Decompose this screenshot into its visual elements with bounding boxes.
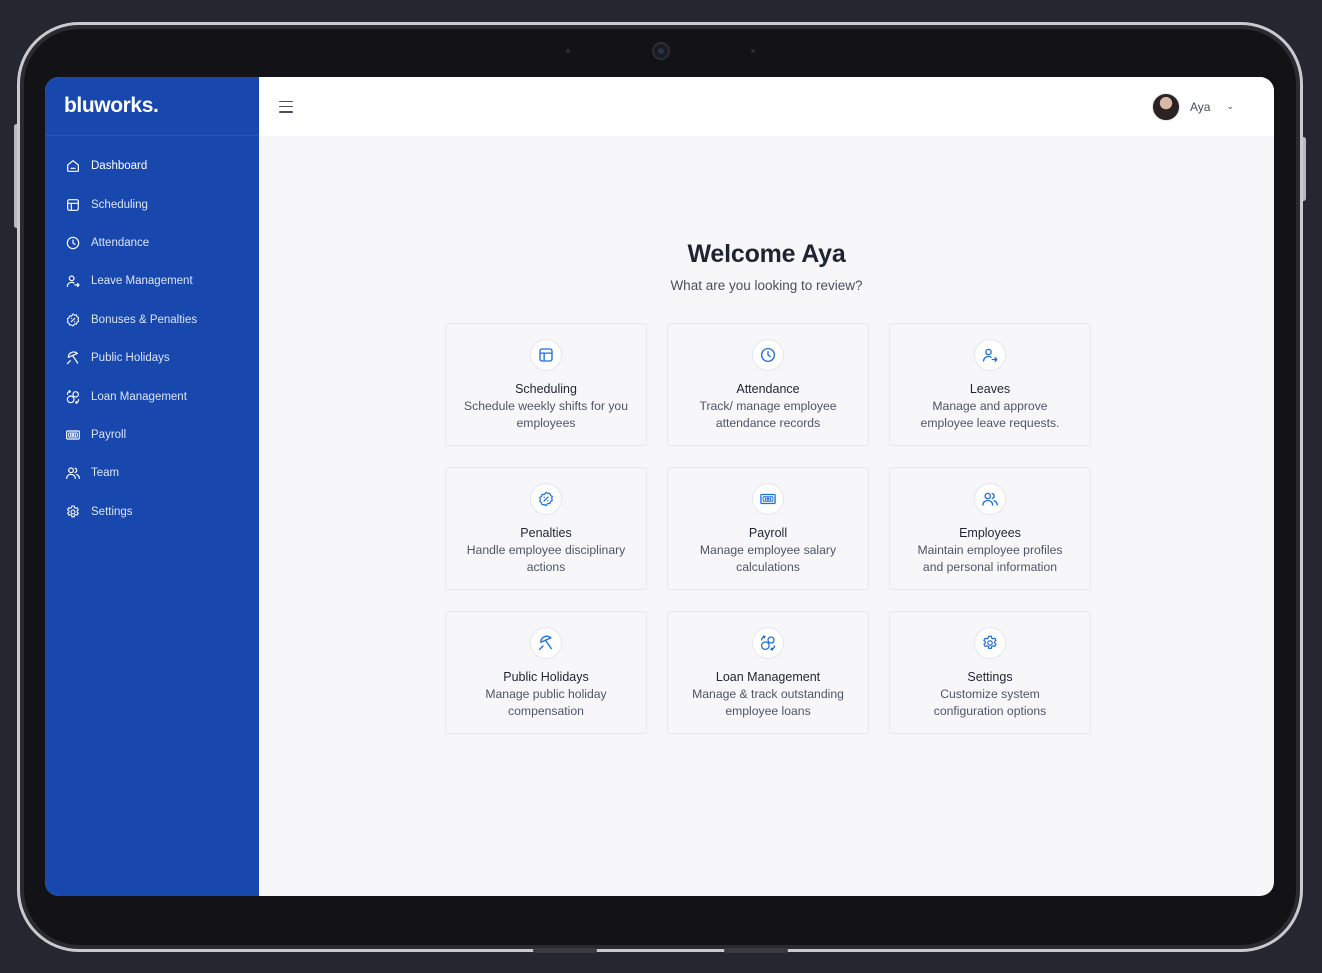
sidebar-item-label: Payroll [91,428,127,441]
card-payroll[interactable]: Payroll Manage employee salary calculatio… [667,467,869,590]
sidebar-item-dashboard[interactable]: Dashboard [45,147,259,185]
card-attendance[interactable]: Attendance Track/ manage employee attenda… [667,323,869,446]
camera-icon [652,42,670,60]
app-screen: bluworks. Dashboard Scheduling Attendance L… [45,77,1274,896]
top-bar: Aya ⌄ [259,77,1274,136]
percent-badge-icon [537,490,555,508]
bluworks-logo[interactable]: bluworks. [64,94,159,118]
sidebar-nav: Dashboard Scheduling Attendance Leave Manag… [45,136,259,531]
user-name: Aya [1189,99,1211,114]
umbrella-icon [65,350,81,366]
sidebar: bluworks. Dashboard Scheduling Attendance L… [45,77,259,896]
page-subtitle: What are you looking to review? [670,278,863,293]
user-arrow-icon [65,273,81,289]
device-sensor-right [751,49,755,53]
card-title: Attendance [736,382,800,396]
card-title: Leaves [969,382,1011,396]
hamburger-menu-icon[interactable] [279,100,293,113]
sidebar-item-label: Leave Management [91,275,193,288]
card-title: Penalties [520,526,572,540]
logo-area: bluworks. [45,77,259,136]
home-icon [65,158,81,174]
main-content: Aya ⌄ Welcome Aya What are you looking t… [259,77,1274,896]
sidebar-item-public-holidays[interactable]: Public Holidays [45,339,259,377]
sidebar-item-label: Bonuses & Penalties [91,313,198,326]
card-penalties[interactable]: Penalties Handle employee disciplinary ac… [445,467,647,590]
card-icon-badge [974,339,1006,371]
card-icon-badge [752,339,784,371]
card-loan-management[interactable]: Loan Management Manage & track outstandin… [667,611,869,734]
card-title: Scheduling [515,382,577,396]
sidebar-item-label: Settings [91,505,133,518]
card-description: Maintain employee profiles and personal … [917,543,1063,574]
gear-icon [65,504,81,520]
card-icon-badge [530,627,562,659]
calendar-grid-icon [537,346,555,364]
card-title: Public Holidays [503,670,589,684]
percent-badge-icon [65,312,81,328]
calendar-grid-icon [65,197,81,213]
users-icon [981,490,999,508]
card-icon-badge [974,483,1006,515]
card-title: Employees [959,526,1021,540]
sidebar-item-team[interactable]: Team [45,454,259,492]
sidebar-item-payroll[interactable]: Payroll [45,416,259,454]
card-settings[interactable]: Settings Customize system configuration o… [889,611,1091,734]
sidebar-item-label: Attendance [91,236,150,249]
coin-exchange-icon [65,389,81,405]
page-title: Welcome Aya [687,240,846,268]
card-employees[interactable]: Employees Maintain employee profiles and … [889,467,1091,590]
sidebar-item-scheduling[interactable]: Scheduling [45,185,259,223]
sidebar-item-settings[interactable]: Settings [45,493,259,531]
feature-card-grid: Scheduling Schedule weekly shifts for you… [445,323,1091,734]
card-leaves[interactable]: Leaves Manage and approve employee leave … [889,323,1091,446]
card-scheduling[interactable]: Scheduling Schedule weekly shifts for you… [445,323,647,446]
sidebar-item-attendance[interactable]: Attendance [45,224,259,262]
card-public-holidays[interactable]: Public Holidays Manage public holiday com… [445,611,647,734]
sidebar-item-leave-management[interactable]: Leave Management [45,262,259,300]
card-icon-badge [974,627,1006,659]
device-bottom-button-2 [724,948,788,953]
sidebar-item-loan-management[interactable]: Loan Management [45,377,259,415]
card-description: Manage & track outstanding employee loan… [692,687,844,718]
device-bottom-button-1 [533,948,597,953]
clock-icon [759,346,777,364]
card-icon-badge [752,483,784,515]
card-icon-badge [530,483,562,515]
sidebar-item-bonuses-penalties[interactable]: Bonuses & Penalties [45,301,259,339]
banknote-icon [65,427,81,443]
coin-exchange-icon [759,634,777,652]
sidebar-item-label: Public Holidays [91,352,170,365]
user-arrow-icon [981,346,999,364]
sidebar-item-label: Team [91,467,120,480]
clock-icon [65,235,81,251]
sidebar-item-label: Scheduling [91,198,148,211]
sidebar-item-label: Dashboard [91,160,148,173]
sidebar-item-label: Loan Management [91,390,187,403]
umbrella-icon [537,634,555,652]
device-sensor-left [566,49,570,53]
card-description: Customize system configuration options [933,687,1047,718]
gear-icon [981,634,999,652]
welcome-section: Welcome Aya What are you looking to revi… [259,240,1274,293]
avatar[interactable] [1151,92,1180,121]
chevron-down-icon[interactable]: ⌄ [1226,101,1234,112]
card-description: Track/ manage employee attendance record… [699,399,837,430]
card-icon-badge [752,627,784,659]
card-description: Manage employee salary calculations [699,543,837,574]
card-description: Manage and approve employee leave reques… [920,399,1060,430]
card-description: Manage public holiday compensation [485,687,607,718]
card-description: Schedule weekly shifts for you employees [464,399,628,430]
card-description: Handle employee disciplinary actions [466,543,626,574]
user-menu[interactable]: Aya ⌄ [1151,92,1234,121]
card-title: Payroll [748,526,788,540]
banknote-icon [759,490,777,508]
card-icon-badge [530,339,562,371]
users-icon [65,465,81,481]
card-title: Loan Management [715,670,821,684]
card-title: Settings [967,670,1013,684]
